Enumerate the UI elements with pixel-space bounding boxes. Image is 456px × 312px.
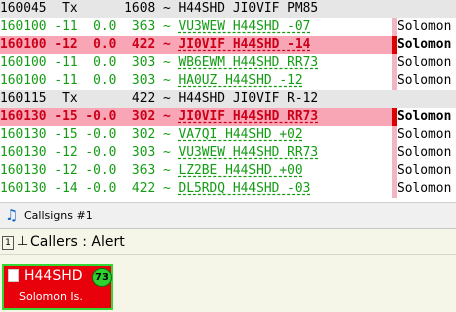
callsigns-window-bar[interactable]: ♫ Callsigns #1	[0, 202, 456, 229]
entity-label: Solomon	[397, 36, 456, 54]
entity-label: Solomon	[397, 73, 452, 88]
log-row[interactable]: 160115 Tx 422 ~ H44SHD JI0VIF R-12	[0, 90, 456, 108]
log-row-text: 160130 -15 -0.0 302 ~ VA7QI H44SHD +02	[0, 127, 303, 142]
entity-label	[397, 90, 456, 108]
callers-panel: 1 ⊥ Callers : Alert H44SHD 73 Solomon Is…	[0, 229, 456, 312]
log-row-text: 160045 Tx 1608 ~ H44SHD JI0VIF PM85	[0, 1, 319, 16]
log-row[interactable]: 160100 -11 0.0 303 ~ WB6EWM H44SHD RR73 S…	[0, 54, 456, 72]
entity-label: Solomon	[397, 55, 452, 70]
entity-label: Solomon	[397, 181, 452, 196]
entity-label: Solomon	[397, 145, 452, 160]
callers-header: 1 ⊥ Callers : Alert	[0, 234, 456, 252]
log-row[interactable]: 160100 -11 0.0 363 ~ VU3WEW H44SHD -07 So…	[0, 18, 456, 36]
count-badge: 73	[92, 268, 112, 287]
document-icon	[8, 269, 19, 282]
log-row-text: 160100 -12 0.0 422 ~ JI0VIF H44SHD -14	[0, 37, 311, 52]
log-row[interactable]: 160130 -12 -0.0 303 ~ VU3WEW H44SHD RR73…	[0, 144, 456, 162]
entity-label: Solomon	[397, 19, 452, 34]
pin-icon[interactable]: ⊥	[17, 234, 28, 250]
log-row[interactable]: 160130 -14 -0.0 422 ~ DL5RDQ H44SHD -03 S…	[0, 180, 456, 198]
entity-label: Solomon	[397, 108, 456, 126]
entity-label: Solomon	[397, 163, 452, 178]
music-note-icon: ♫	[5, 206, 19, 224]
divider	[0, 254, 456, 255]
decode-log[interactable]: 160045 Tx 1608 ~ H44SHD JI0VIF PM85 16010…	[0, 0, 456, 202]
log-row[interactable]: 160130 -15 -0.0 302 ~ JI0VIF H44SHD RR73…	[0, 108, 456, 126]
log-row-text: 160115 Tx 422 ~ H44SHD JI0VIF R-12	[0, 91, 319, 106]
log-row-text: 160130 -14 -0.0 422 ~ DL5RDQ H44SHD -03	[0, 181, 311, 196]
log-row-text: 160130 -12 -0.0 363 ~ LZ2BE H44SHD +00	[0, 163, 303, 178]
log-row[interactable]: 160100 -11 0.0 303 ~ HA0UZ H44SHD -12 Sol…	[0, 72, 456, 90]
panel-number-badge: 1	[2, 236, 14, 250]
log-row[interactable]: 160100 -12 0.0 422 ~ JI0VIF H44SHD -14 So…	[0, 36, 456, 54]
log-row[interactable]: 160045 Tx 1608 ~ H44SHD JI0VIF PM85	[0, 0, 456, 18]
log-row[interactable]: 160130 -15 -0.0 302 ~ VA7QI H44SHD +02 So…	[0, 126, 456, 144]
log-row-text: 160100 -11 0.0 303 ~ WB6EWM H44SHD RR73	[0, 55, 319, 70]
caller-card[interactable]: H44SHD 73 Solomon Is.	[2, 264, 113, 310]
log-row-text: 160100 -11 0.0 303 ~ HA0UZ H44SHD -12	[0, 73, 303, 88]
log-row-text: 160100 -11 0.0 363 ~ VU3WEW H44SHD -07	[0, 19, 311, 34]
callers-title: Callers : Alert	[30, 234, 125, 250]
log-row-text: 160130 -12 -0.0 303 ~ VU3WEW H44SHD RR73	[0, 145, 319, 160]
log-row[interactable]: 160130 -12 -0.0 363 ~ LZ2BE H44SHD +00 So…	[0, 162, 456, 180]
log-row-text: 160130 -15 -0.0 302 ~ JI0VIF H44SHD RR73	[0, 109, 319, 124]
caller-callsign: H44SHD	[24, 268, 83, 284]
entity-label	[397, 0, 456, 18]
callsigns-window-title: Callsigns #1	[24, 209, 93, 222]
entity-label: Solomon	[397, 127, 452, 142]
caller-entity: Solomon Is.	[19, 290, 83, 303]
